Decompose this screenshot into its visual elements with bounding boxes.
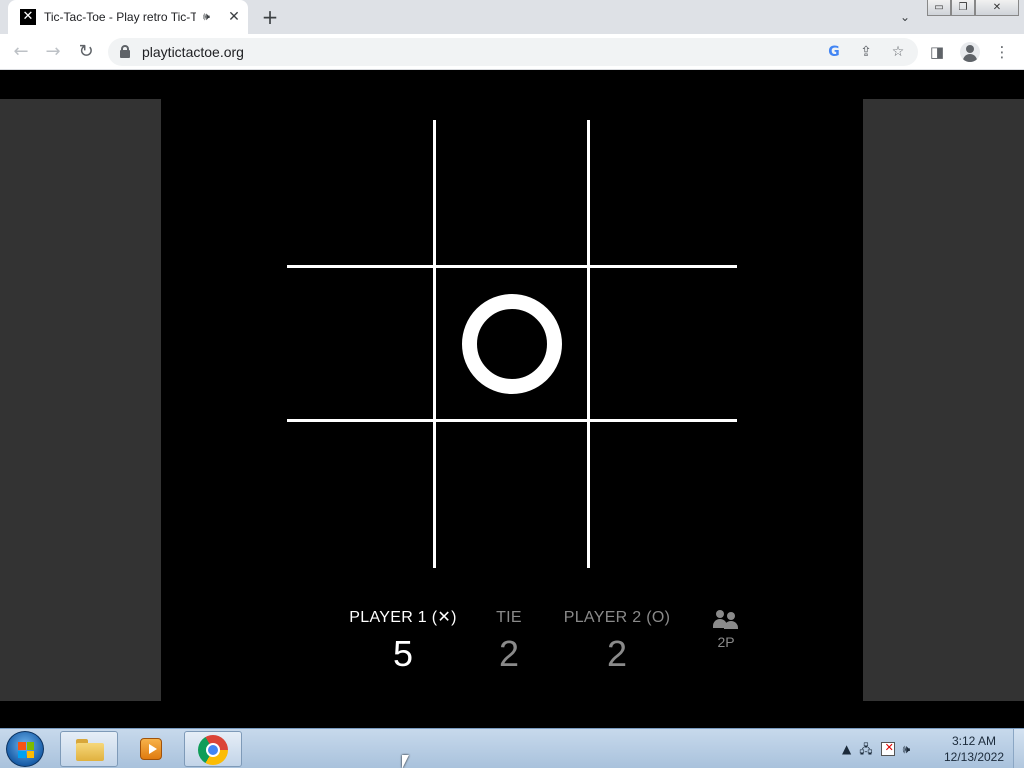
tab-title: Tic-Tac-Toe - Play retro Tic-Tac-Toe onl… [44,10,196,24]
board-line-vertical-2 [587,120,590,568]
show-hidden-icons-icon[interactable]: ▲ [842,739,851,759]
start-button[interactable] [6,731,44,767]
chrome-icon [198,735,228,765]
tab-close-icon[interactable]: ✕ [226,8,242,26]
mouse-cursor-icon [402,755,414,768]
board-cell-4[interactable] [287,269,437,419]
back-button[interactable]: ← [8,39,34,65]
clock-date: 12/13/2022 [943,750,1005,764]
left-side-panel [0,99,161,701]
player1-score: PLAYER 1 (✕) 5 [347,608,459,674]
action-center-flag-icon[interactable]: ✕ [880,741,895,756]
tictactoe-favicon-icon: ✕ [20,9,36,25]
browser-tab[interactable]: ✕ Tic-Tac-Toe - Play retro Tic-Tac-Toe o… [8,0,248,34]
bookmark-star-icon[interactable]: ☆ [888,42,908,62]
folder-icon [76,739,104,761]
player-mode-label: 2P [717,634,735,650]
window-controls: ▭ ❐ ✕ [927,0,1019,16]
side-panel-icon[interactable]: ◨ [924,39,950,65]
page-content: PLAYER 1 (✕) 5 TIE 2 PLAYER 2 (O) 2 2P [0,71,1024,728]
lock-icon[interactable] [120,45,130,58]
google-lens-icon[interactable]: G [824,42,844,62]
board-line-horizontal-2 [287,419,737,422]
player2-score-value: 2 [606,633,628,674]
windows-logo-icon [18,742,34,758]
url-text[interactable]: playtictactoe.org [142,44,244,60]
network-icon[interactable]: 🖧 [859,739,872,759]
windows-taskbar: ▲ 🖧 ✕ 🕪 3:12 AM 12/13/2022 [0,728,1024,768]
new-tab-button[interactable]: + [258,4,282,30]
browser-toolbar: ← → ↻ playtictactoe.org G ⇪ ☆ ◨ ⋮ [0,34,1024,70]
tie-label: TIE [496,609,522,626]
tab-strip: ✕ Tic-Tac-Toe - Play retro Tic-Tac-Toe o… [0,0,1024,34]
forward-button[interactable]: → [40,39,66,65]
player-mode-toggle[interactable]: 2P [709,609,743,657]
player1-label: PLAYER 1 (✕) [349,609,457,626]
board-cell-9[interactable] [591,423,741,573]
media-player-icon [140,738,162,760]
profile-avatar-icon[interactable] [960,42,980,62]
board-cell-8[interactable] [437,423,587,573]
reload-button[interactable]: ↻ [73,39,99,65]
player2-score: PLAYER 2 (O) 2 [559,608,675,674]
board-cell-3[interactable] [591,120,741,270]
tie-score-value: 2 [498,633,520,674]
taskbar-chrome-button[interactable] [184,731,242,767]
volume-icon[interactable]: 🕪 [903,739,911,759]
close-window-button[interactable]: ✕ [975,0,1019,16]
tictactoe-game: PLAYER 1 (✕) 5 TIE 2 PLAYER 2 (O) 2 2P [161,71,863,728]
menu-kebab-icon[interactable]: ⋮ [989,39,1015,65]
minimize-button[interactable]: ▭ [927,0,951,16]
board-cell-6[interactable] [591,269,741,419]
right-side-panel [863,99,1024,701]
address-bar[interactable]: playtictactoe.org G ⇪ ☆ [108,38,918,66]
system-clock[interactable]: 3:12 AM 12/13/2022 [938,733,1010,765]
player1-score-value: 5 [392,633,414,674]
player2-label: PLAYER 2 (O) [563,609,671,626]
o-mark-icon [462,294,562,394]
speaker-icon[interactable]: 🕪 [203,9,210,25]
board-cell-7[interactable] [287,423,437,573]
tab-search-icon[interactable]: ⌄ [894,6,916,28]
show-desktop-button[interactable] [1013,729,1024,768]
clock-time: 3:12 AM [951,734,997,748]
taskbar-media-player-button[interactable] [122,731,180,767]
taskbar-explorer-button[interactable] [60,731,118,767]
restore-button[interactable]: ❐ [951,0,975,16]
tie-score: TIE 2 [479,608,539,674]
board-cell-1[interactable] [287,120,437,270]
share-icon[interactable]: ⇪ [856,42,876,62]
two-players-icon [713,609,739,629]
board-cell-2[interactable] [437,120,587,270]
system-tray: ▲ 🖧 ✕ 🕪 [842,735,910,763]
